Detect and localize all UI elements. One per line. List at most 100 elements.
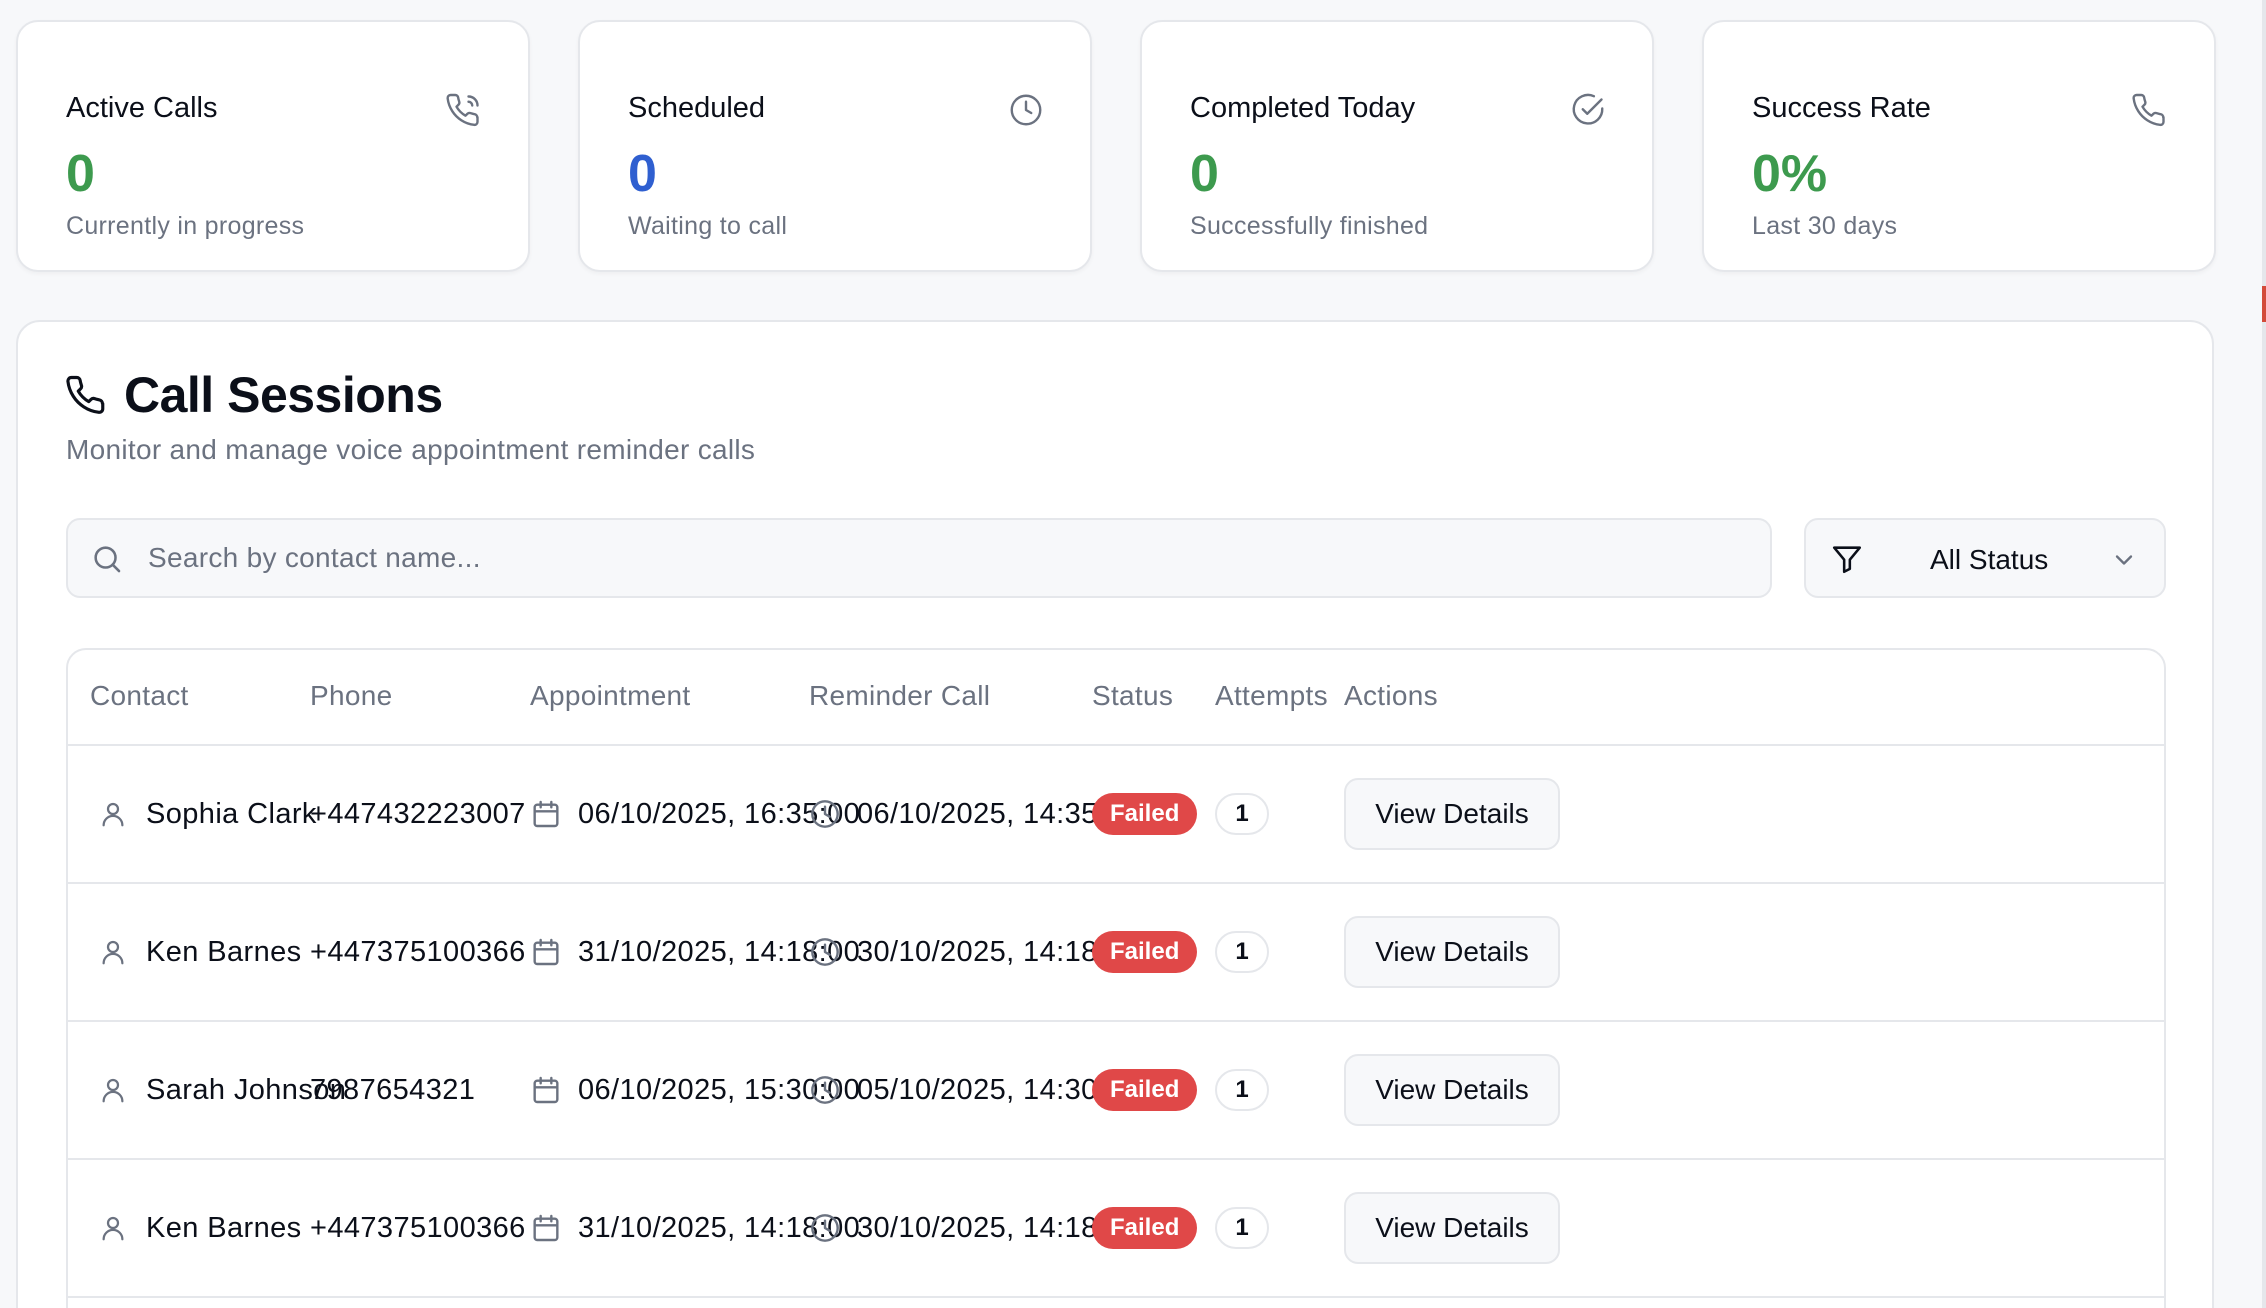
attempts-cell: 1 (1215, 1160, 1269, 1296)
column-header-appointment: Appointment (530, 680, 691, 711)
page-subtitle: Monitor and manage voice appointment rem… (66, 434, 756, 465)
contact-name: Ken Barnes (146, 1211, 302, 1244)
status-badge: Failed (1092, 931, 1198, 973)
clock-icon (1008, 92, 1044, 128)
calendar-icon (530, 798, 562, 830)
contact-cell: Ken Barnes (98, 884, 302, 1020)
stat-subtitle: Successfully finished (1190, 212, 1429, 240)
reminder-cell: 30/10/2025, 14:18:00 (809, 1160, 1139, 1296)
user-icon (98, 1213, 128, 1243)
stat-value: 0 (628, 145, 657, 203)
attempts-badge: 1 (1215, 931, 1269, 973)
table-row: Ken Barnes +447375100366 31/10/2025, 14:… (68, 884, 2164, 1022)
stat-card-active-calls: Active Calls 0 Currently in progress (16, 20, 530, 272)
calendar-icon (530, 1212, 562, 1244)
column-header-attempts: Attempts (1215, 680, 1328, 711)
call-sessions-table: Contact Phone Appointment Reminder Call … (66, 648, 2166, 1308)
user-icon (98, 799, 128, 829)
phone-number: +447432223007 (310, 797, 526, 830)
clock-icon (809, 798, 841, 830)
status-cell: Failed (1092, 1160, 1198, 1296)
attempts-badge: 1 (1215, 1207, 1269, 1249)
user-icon (98, 1075, 128, 1105)
attempts-cell: 1 (1215, 1022, 1269, 1158)
table-row: Sophia Clark +447432223007 06/10/2025, 1… (68, 746, 2164, 884)
phone-cell: 7987654321 (310, 1022, 475, 1158)
phone-cell: +447375100366 (310, 884, 526, 1020)
call-sessions-panel: Call Sessions Monitor and manage voice a… (16, 320, 2214, 1308)
window-edge (2262, 0, 2266, 1308)
column-header-contact: Contact (90, 680, 189, 711)
status-filter-select[interactable]: All Status (1804, 518, 2166, 598)
stats-row: Active Calls 0 Currently in progress Sch… (16, 20, 2216, 272)
attempts-badge: 1 (1215, 793, 1269, 835)
reminder-cell: 30/10/2025, 14:18:00 (809, 884, 1139, 1020)
reminder-cell: 05/10/2025, 14:30:00 (809, 1022, 1139, 1158)
stat-subtitle: Waiting to call (628, 212, 788, 240)
stat-title: Scheduled (628, 92, 766, 124)
clock-icon (809, 936, 841, 968)
search-input[interactable] (148, 520, 1748, 596)
contact-name: Sophia Clark (146, 797, 317, 830)
table-row: Sarah Johnson 7987654321 06/10/2025, 15:… (68, 1022, 2164, 1160)
window-edge-marker (2262, 286, 2266, 322)
stat-value: 0 (66, 145, 95, 203)
search-box[interactable] (66, 518, 1772, 598)
view-details-button[interactable]: View Details (1344, 1192, 1560, 1264)
stat-card-scheduled: Scheduled 0 Waiting to call (578, 20, 1092, 272)
column-header-reminder-call: Reminder Call (809, 680, 991, 711)
status-cell: Failed (1092, 1022, 1198, 1158)
stat-value: 0 (1190, 145, 1219, 203)
column-header-phone: Phone (310, 680, 393, 711)
table-row: Ken Barnes +447375100366 31/10/2025, 14:… (68, 1160, 2164, 1298)
calendar-icon (530, 1074, 562, 1106)
contact-cell: Ken Barnes (98, 1160, 302, 1296)
column-header-status: Status (1092, 680, 1174, 711)
phone-number: +447375100366 (310, 935, 526, 968)
check-circle-icon (1570, 92, 1606, 128)
clock-icon (809, 1212, 841, 1244)
view-details-button[interactable]: View Details (1344, 1054, 1560, 1126)
attempts-cell: 1 (1215, 884, 1269, 1020)
table-header: Contact Phone Appointment Reminder Call … (68, 650, 2164, 746)
status-badge: Failed (1092, 793, 1198, 835)
actions-cell: View Details (1344, 1160, 1560, 1296)
stat-subtitle: Last 30 days (1752, 212, 1898, 240)
stat-title: Completed Today (1190, 92, 1416, 124)
phone-cell: +447375100366 (310, 1160, 526, 1296)
status-cell: Failed (1092, 746, 1198, 882)
view-details-button[interactable]: View Details (1344, 778, 1560, 850)
reminder-cell: 06/10/2025, 14:35:00 (809, 746, 1139, 882)
status-cell: Failed (1092, 884, 1198, 1020)
chevron-down-icon (2110, 546, 2138, 574)
filter-icon (1830, 542, 1864, 576)
stat-card-success-rate: Success Rate 0% Last 30 days (1702, 20, 2216, 272)
clock-icon (809, 1074, 841, 1106)
attempts-cell: 1 (1215, 746, 1269, 882)
phone-cell: +447432223007 (310, 746, 526, 882)
phone-icon (2132, 92, 2168, 128)
attempts-badge: 1 (1215, 1069, 1269, 1111)
stat-subtitle: Currently in progress (66, 212, 305, 240)
view-details-button[interactable]: View Details (1344, 916, 1560, 988)
actions-cell: View Details (1344, 746, 1560, 882)
calendar-icon (530, 936, 562, 968)
user-icon (98, 937, 128, 967)
status-badge: Failed (1092, 1069, 1198, 1111)
phone-call-icon (446, 92, 482, 128)
page-title: Call Sessions (124, 367, 443, 423)
search-icon (90, 542, 124, 576)
actions-cell: View Details (1344, 884, 1560, 1020)
status-filter-value: All Status (1930, 544, 2049, 575)
stat-card-completed-today: Completed Today 0 Successfully finished (1140, 20, 1654, 272)
column-header-actions: Actions (1344, 680, 1438, 711)
contact-cell: Sophia Clark (98, 746, 317, 882)
phone-number: +447375100366 (310, 1211, 526, 1244)
stat-title: Active Calls (66, 92, 218, 124)
contact-name: Ken Barnes (146, 935, 302, 968)
stat-title: Success Rate (1752, 92, 1931, 124)
actions-cell: View Details (1344, 1022, 1560, 1158)
phone-icon (66, 374, 108, 416)
phone-number: 7987654321 (310, 1073, 476, 1106)
stat-value: 0% (1752, 145, 1828, 203)
